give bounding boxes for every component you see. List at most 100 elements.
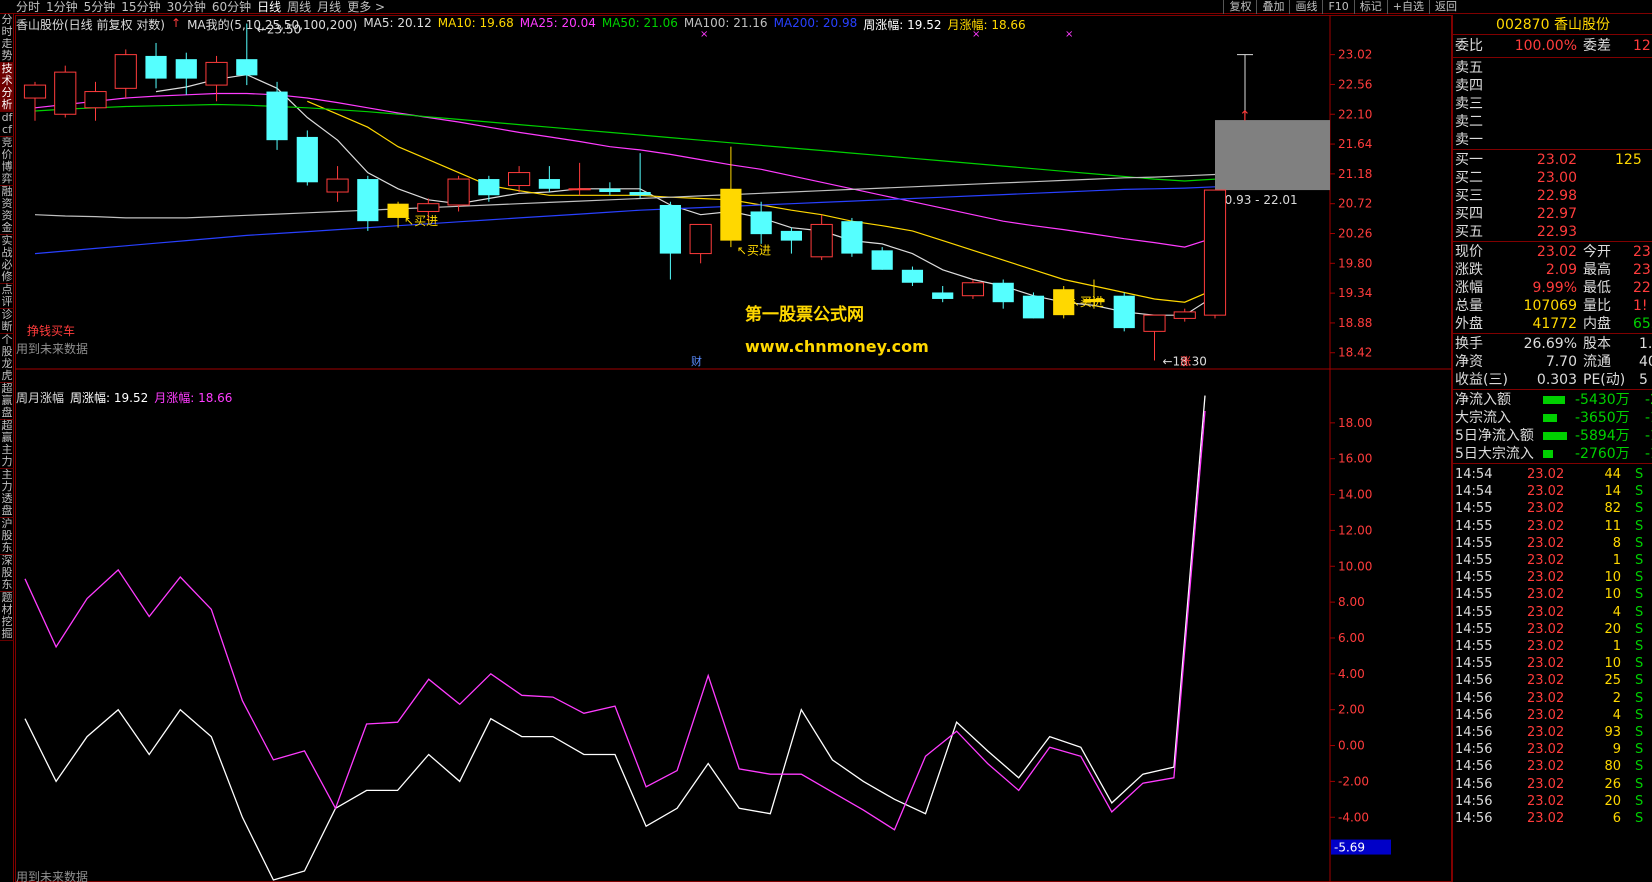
tool-button-4[interactable]: 标记	[1353, 0, 1387, 14]
tick-vol: 10	[1604, 587, 1621, 603]
tick-row: 14:55 23.02 11 S	[1455, 518, 1652, 535]
tick-side: S	[1635, 501, 1644, 517]
sub-ytick-label: 0.00	[1338, 739, 1365, 753]
period-tab-1[interactable]: 1分钟	[46, 0, 78, 14]
tool-button-0[interactable]: 复权	[1223, 0, 1256, 14]
side-tab-8[interactable]: 个股龙虎	[0, 334, 14, 383]
side-tab-10[interactable]: 超赢主力	[0, 420, 14, 469]
flow-row-0-cell: -2	[1645, 392, 1652, 408]
side-tab-5[interactable]: 实战必修	[0, 235, 14, 284]
tick-vol: 8	[1612, 535, 1621, 551]
tick-time: 14:55	[1455, 587, 1493, 603]
tick-vol: 9	[1612, 742, 1621, 758]
main-ytick-label: 18.42	[1338, 346, 1372, 360]
buy-row-2-cell: 22.98	[1536, 188, 1577, 204]
tick-row: 14:55 23.02 8 S	[1455, 535, 1652, 552]
period-tab-3[interactable]: 15分钟	[121, 0, 160, 14]
tool-button-1[interactable]: 叠加	[1256, 0, 1289, 14]
period-tab-8[interactable]: 月线	[317, 0, 341, 14]
weibi-row-cell: 100.00%	[1514, 38, 1577, 54]
current-value-label: -5.69	[1334, 841, 1365, 855]
flow-row-3-cell: -1	[1645, 446, 1652, 462]
candle-body	[54, 71, 77, 115]
ma-legend-item-0: MA5: 20.12	[363, 16, 432, 30]
side-tab-3[interactable]: 竞价博弈	[0, 137, 14, 186]
chart-area[interactable]: 23.02 22.56 22.10 21.64 21.18 20.72 20.26 19.80…	[15, 15, 1452, 882]
candle-body	[780, 230, 802, 241]
quote-row-3-cell: 1!	[1633, 298, 1648, 314]
tick-side: S	[1635, 673, 1644, 689]
period-tab-0[interactable]: 分时	[16, 0, 40, 14]
tick-vol: 20	[1604, 793, 1621, 809]
tick-vol: 6	[1612, 811, 1621, 826]
candle-body	[1143, 314, 1166, 332]
side-tab-4[interactable]: 融资资金	[0, 186, 14, 235]
quote-row-2-cell: 最低	[1583, 280, 1611, 296]
quote-row-0-cell: 23	[1633, 244, 1651, 260]
side-tab-7[interactable]: 诊断	[0, 309, 14, 334]
quote-row-2-cell: 22	[1633, 280, 1651, 296]
net-buy-label: 挣钱买车	[27, 323, 75, 338]
main-ytick-label: 20.26	[1338, 226, 1372, 240]
candle-body	[1022, 295, 1045, 319]
candle-body	[114, 54, 137, 89]
period-tab-6[interactable]: 日线	[257, 0, 281, 14]
quote-row-1-cell: 最高	[1583, 262, 1611, 278]
tick-row: 14:56 23.02 25 S	[1455, 672, 1652, 689]
side-tab-12[interactable]: 沪股东	[0, 518, 14, 555]
tool-button-5[interactable]: +自选	[1386, 0, 1429, 14]
tick-time: 14:56	[1455, 673, 1493, 689]
main-ytick-label: 18.88	[1338, 316, 1372, 330]
tick-vol: 44	[1604, 467, 1621, 482]
side-tab-13[interactable]: 深股东	[0, 555, 14, 592]
period-tab-9[interactable]: 更多 >	[347, 0, 385, 14]
tick-time: 14:56	[1455, 811, 1493, 826]
quote-row-2-cell: 涨幅	[1455, 280, 1483, 296]
period-tab-5[interactable]: 60分钟	[212, 0, 251, 14]
tick-side: S	[1635, 570, 1644, 586]
forecast-box	[1215, 120, 1330, 191]
stock-title: 香山股份(日线 前复权 对数)	[16, 18, 165, 32]
tick-price: 23.02	[1527, 484, 1565, 500]
tick-vol: 4	[1612, 707, 1621, 723]
period-tab-4[interactable]: 30分钟	[167, 0, 206, 14]
candle-body	[478, 179, 500, 196]
sub-ytick-label: -4.00	[1338, 810, 1369, 824]
tick-time: 14:54	[1455, 484, 1493, 500]
sub-ytick-label: 16.00	[1338, 452, 1372, 466]
stat-row-1-cell: 流通	[1583, 354, 1611, 370]
flow-row-0-cell: 净流入额	[1455, 392, 1511, 408]
side-tab-11[interactable]: 主力透盘	[0, 469, 14, 518]
tick-time: 14:56	[1455, 707, 1493, 723]
tick-row: 14:55 23.02 10 S	[1455, 569, 1652, 586]
tool-button-3[interactable]: F10	[1322, 0, 1353, 14]
period-tab-7[interactable]: 周线	[287, 0, 311, 14]
tick-side: S	[1635, 639, 1644, 654]
zhang-mark: 涨	[1180, 355, 1191, 368]
buy-signal-1: ↖买进	[737, 243, 771, 257]
side-tab-9[interactable]: 超赢盘	[0, 383, 14, 420]
tool-button-2[interactable]: 画线	[1289, 0, 1322, 14]
tick-side: S	[1635, 553, 1644, 568]
tick-row: 14:56 23.02 2 S	[1455, 690, 1652, 707]
flow-row-1-cell: 大宗流入	[1455, 410, 1511, 426]
tick-side: S	[1635, 811, 1644, 826]
side-tab-6[interactable]: 点评	[0, 284, 14, 309]
ma-up-arrow-icon: ↑	[171, 16, 182, 30]
buy-row-4-cell: 买五	[1455, 224, 1483, 240]
tool-button-6[interactable]: 返回	[1429, 0, 1462, 14]
flow-bar	[1543, 432, 1567, 440]
side-tab-0[interactable]: 分时走势	[0, 14, 14, 63]
side-tab-14[interactable]: 题材挖掘	[0, 592, 14, 641]
candle-body	[750, 211, 772, 235]
side-tab-1[interactable]: 技术分析	[0, 63, 14, 112]
ma-line-ma25	[34, 92, 1216, 248]
ma-line-ma5	[155, 74, 1216, 316]
tick-price: 23.02	[1527, 725, 1565, 740]
candle-body	[266, 91, 288, 141]
period-tab-2[interactable]: 5分钟	[84, 0, 116, 14]
side-tab-2[interactable]: df cf	[0, 112, 14, 137]
tick-side: S	[1635, 742, 1644, 758]
main-ytick-label: 22.56	[1338, 77, 1372, 91]
tick-row: 14:55 23.02 1 S	[1455, 552, 1652, 569]
